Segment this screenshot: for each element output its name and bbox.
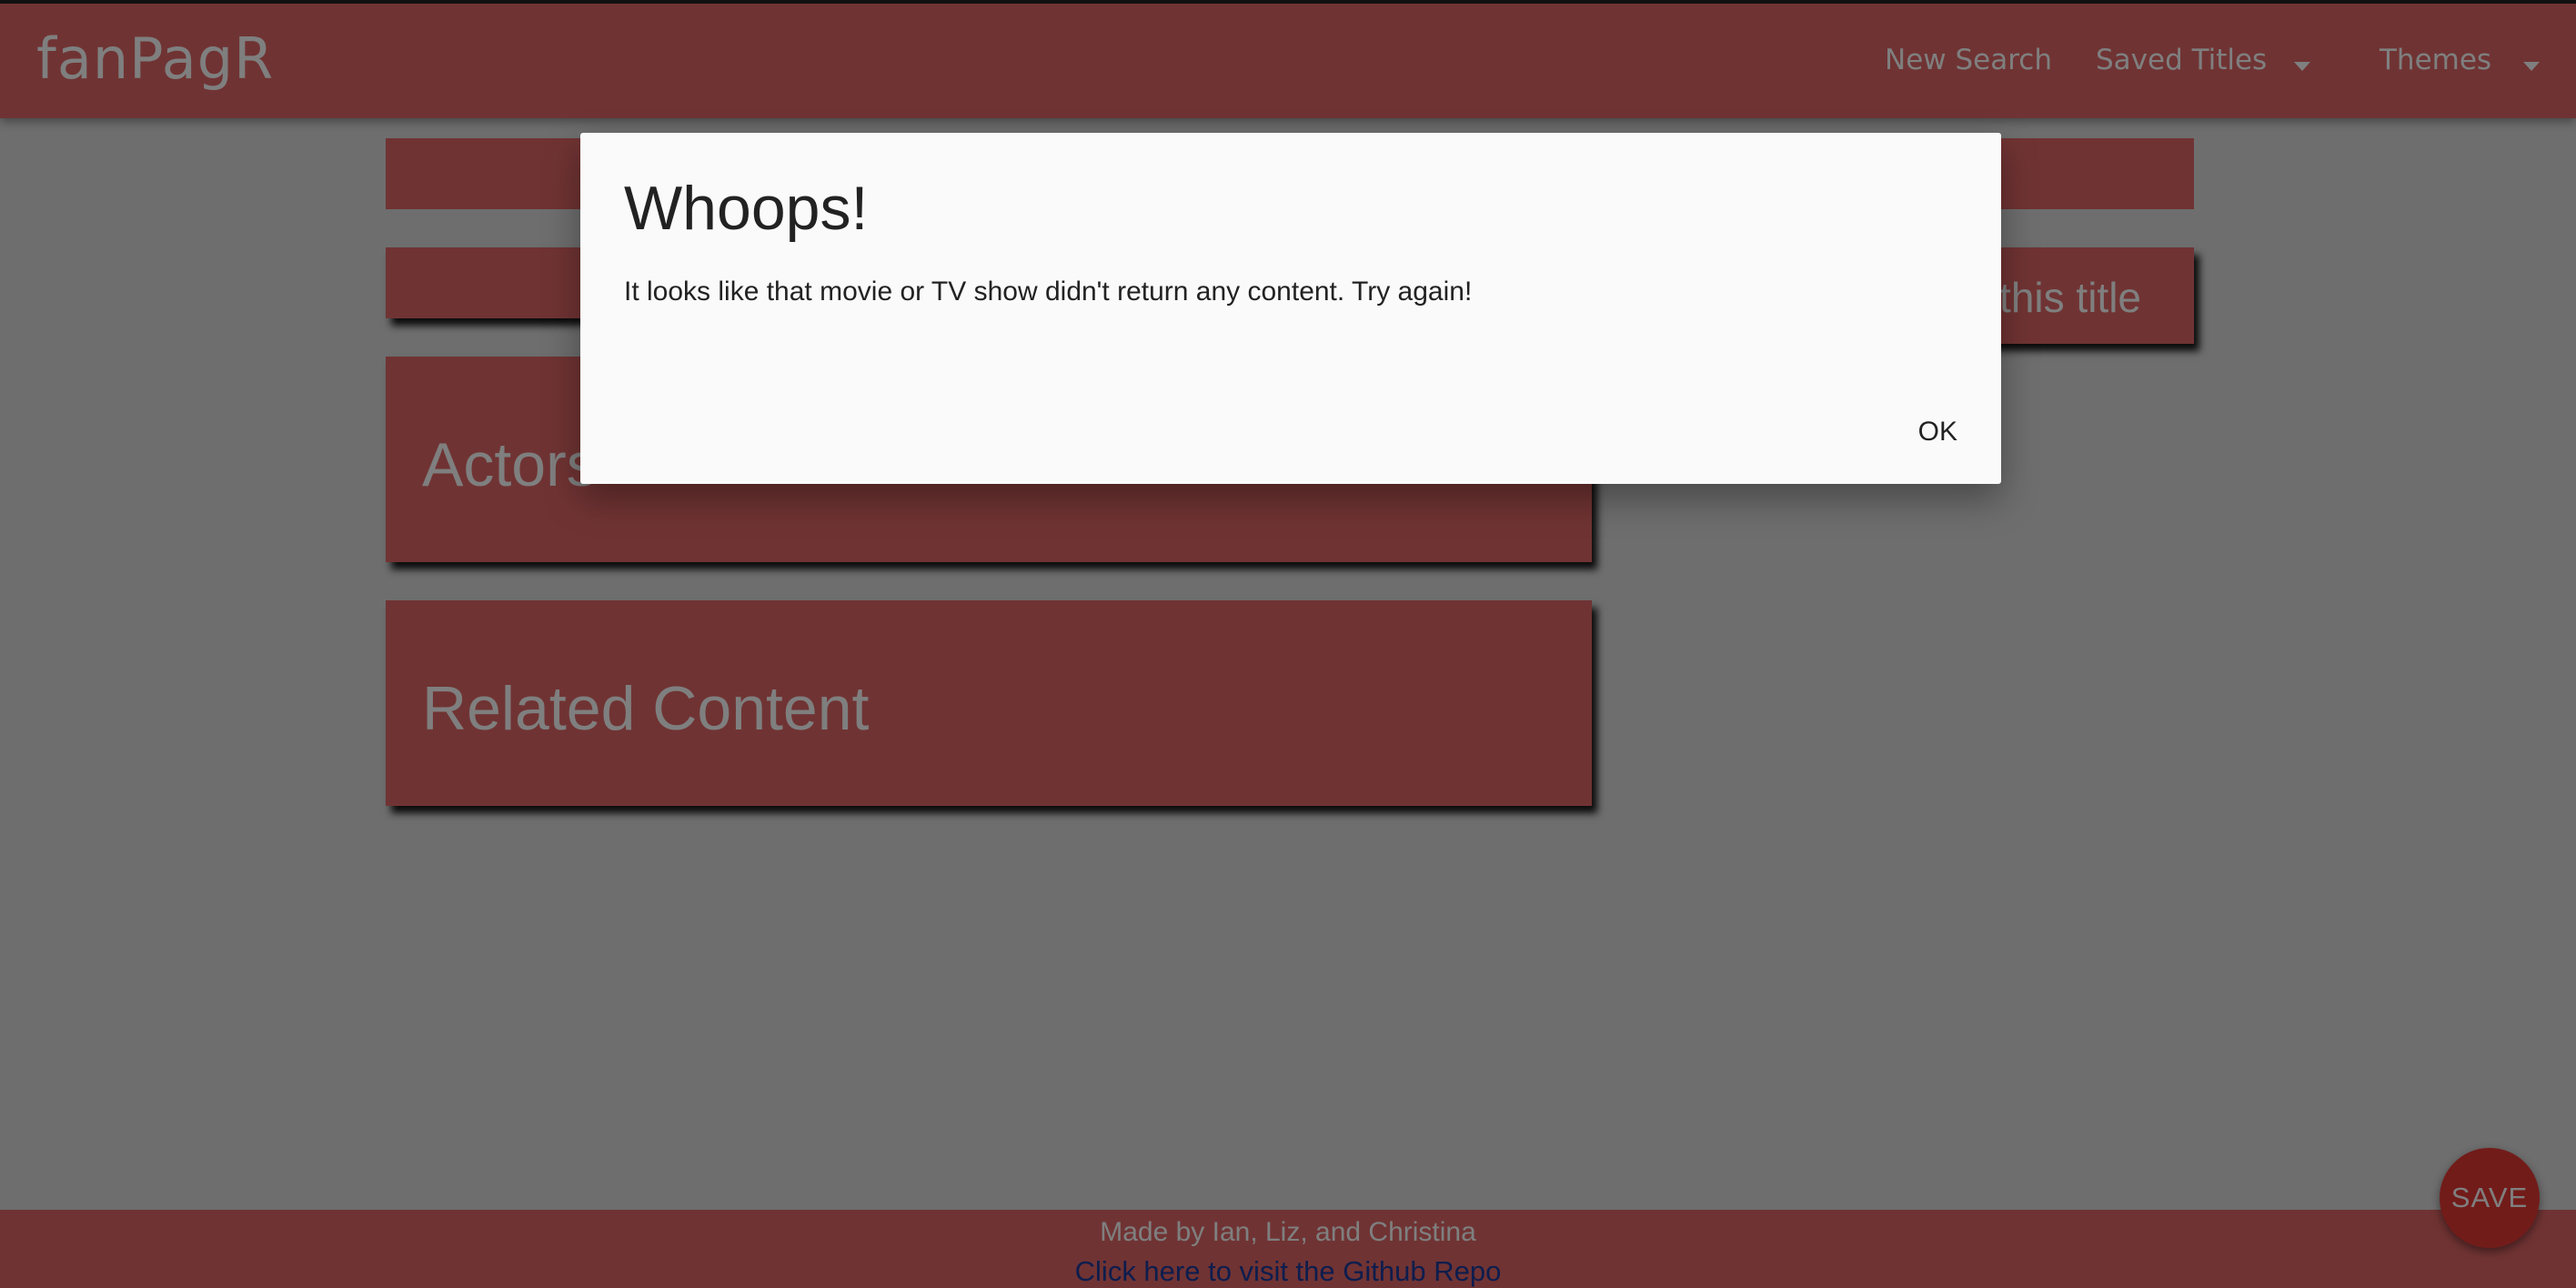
modal-message: It looks like that movie or TV show didn… [624,277,1473,307]
ok-button[interactable]: OK [1918,417,1957,448]
modal-title: Whoops! [624,174,869,243]
error-modal: Whoops! It looks like that movie or TV s… [580,133,2001,484]
